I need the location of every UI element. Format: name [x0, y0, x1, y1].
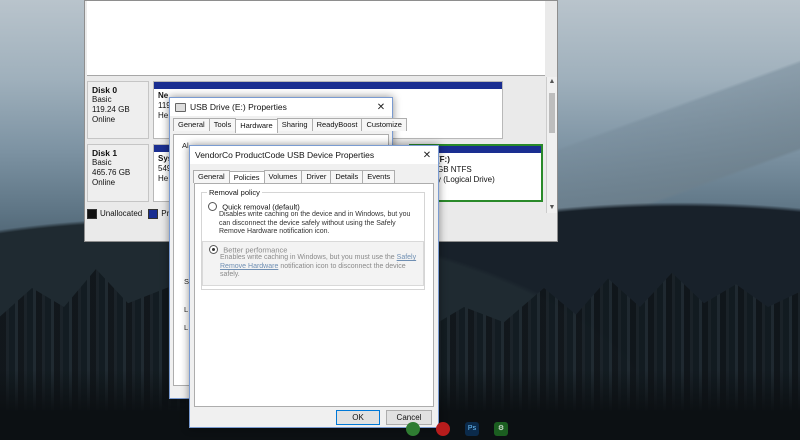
usb-dialog-tabs: General Tools Hardware Sharing ReadyBoos… — [170, 116, 407, 133]
quick-removal-radio[interactable] — [208, 202, 217, 212]
better-performance-radio[interactable] — [209, 245, 218, 255]
close-icon[interactable]: ✕ — [370, 102, 392, 113]
quick-removal-option[interactable]: Quick removal (default) Disables write c… — [202, 199, 424, 240]
partition-fs: GB NTFS — [437, 165, 472, 174]
chrome-icon[interactable] — [406, 422, 420, 436]
usb-dialog-titlebar[interactable]: USB Drive (E:) Properties ✕ — [170, 98, 392, 116]
tab-general[interactable]: General — [173, 118, 210, 131]
legend-label: Unallocated — [100, 209, 143, 219]
legend-unallocated: Unallocated — [87, 209, 142, 219]
partition-health: He — [158, 111, 169, 120]
side-label-l1: L — [184, 305, 189, 314]
app-red-icon[interactable] — [436, 422, 450, 436]
tab-customize[interactable]: Customize — [361, 118, 407, 131]
photoshop-icon[interactable]: Ps — [465, 422, 479, 436]
desc-before-link: Enables write caching in Windows, but yo… — [220, 254, 395, 262]
disk-1-label[interactable]: Disk 1 Basic 465.76 GB Online — [87, 144, 149, 202]
ok-button[interactable]: OK — [336, 410, 380, 425]
disk-1-name: Disk 1 — [92, 148, 118, 158]
removal-policy-title: Removal policy — [207, 188, 262, 197]
disk-0-type: Basic — [92, 95, 112, 104]
device-properties-dialog: VendorCo ProductCode USB Device Properti… — [189, 145, 439, 428]
quick-removal-desc: Disables write caching on the device and… — [219, 211, 411, 236]
tab-driver[interactable]: Driver — [301, 170, 332, 183]
better-performance-label[interactable]: Better performance — [223, 245, 287, 254]
tab-hardware[interactable]: Hardware — [235, 119, 278, 133]
side-label-l2: L — [184, 323, 189, 332]
partition-bar — [154, 82, 502, 89]
vendor-dialog-title: VendorCo ProductCode USB Device Properti… — [195, 150, 375, 160]
disk-1-status: Online — [92, 178, 116, 187]
quick-removal-label[interactable]: Quick removal (default) — [222, 202, 300, 211]
tab-details[interactable]: Details — [330, 170, 364, 183]
partition-health: He — [158, 174, 169, 183]
partition-name: Ne — [158, 91, 169, 100]
app-gear-icon[interactable]: ⚙ — [494, 422, 508, 436]
all-disk-drives-label: Al — [182, 141, 189, 150]
tab-general[interactable]: General — [193, 170, 230, 183]
drive-icon — [175, 102, 186, 112]
better-performance-desc: Enables write caching in Windows, but yo… — [220, 254, 417, 280]
tab-readyboost[interactable]: ReadyBoost — [311, 118, 363, 131]
vertical-scrollbar[interactable]: ▲ ▼ — [546, 77, 557, 213]
disk-0-size: 119.24 GB — [92, 105, 130, 114]
tab-tools[interactable]: Tools — [208, 118, 237, 131]
vendor-dialog-tabs: General Policies Volumes Driver Details … — [190, 164, 438, 185]
close-icon[interactable]: ✕ — [416, 150, 438, 161]
usb-dialog-title: USB Drive (E:) Properties — [190, 102, 287, 112]
scroll-up-icon[interactable]: ▲ — [547, 77, 557, 87]
tab-sharing[interactable]: Sharing — [276, 118, 313, 131]
tab-events[interactable]: Events — [362, 170, 396, 183]
policies-panel: Removal policy Quick removal (default) D… — [194, 183, 434, 407]
disk-1-size: 465.76 GB — [92, 168, 131, 177]
disk-0-status: Online — [92, 115, 116, 124]
better-performance-option[interactable]: Better performance Enables write caching… — [202, 241, 424, 286]
removal-policy-group: Removal policy Quick removal (default) D… — [201, 188, 425, 290]
disk-1-type: Basic — [92, 158, 112, 167]
legend-swatch — [148, 209, 159, 219]
scroll-down-icon[interactable]: ▼ — [547, 203, 557, 213]
disk-0-name: Disk 0 — [92, 85, 118, 95]
partition-health: y (Logical Drive) — [437, 175, 495, 184]
legend-swatch — [87, 209, 97, 219]
vendor-dialog-titlebar[interactable]: VendorCo ProductCode USB Device Properti… — [190, 146, 438, 164]
tab-volumes[interactable]: Volumes — [263, 170, 303, 183]
disk-0-label[interactable]: Disk 0 Basic 119.24 GB Online — [87, 81, 149, 139]
scroll-thumb[interactable] — [549, 93, 555, 133]
legend: Unallocated Prim — [87, 207, 178, 221]
volume-list-pane — [87, 1, 545, 76]
